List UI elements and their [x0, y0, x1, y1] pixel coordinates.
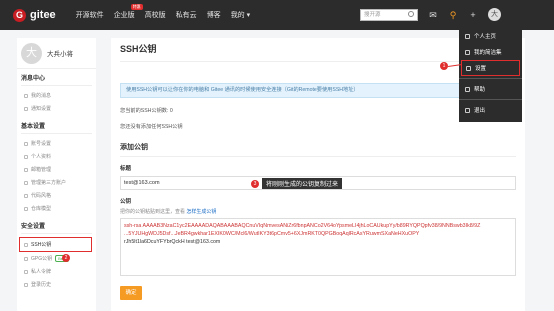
step-badge-1: 1: [440, 62, 448, 70]
key-line-3: rJh5lt1la6DcuYFYbrQckH test@163.com: [124, 239, 221, 245]
dropdown-divider: [459, 78, 522, 79]
ssh-key-count: 您当前的SSH公钥数: 0: [120, 108, 173, 114]
dropdown-item-logout[interactable]: 退出: [459, 102, 522, 118]
top-icons: ✉ ⚲ + 大: [428, 8, 501, 21]
nav-opensource[interactable]: 开源软件: [76, 10, 104, 20]
bell-icon: [24, 106, 28, 111]
profile-header: 大 大兵小将: [17, 38, 96, 69]
key-icon: [24, 242, 28, 247]
user-icon: [24, 154, 28, 159]
side-group-basic: 基本设置 账号设置 个人资料 邮箱管理 管理第三方账户 代码风格 仓库模型: [17, 117, 96, 217]
step-badge-2: 2: [62, 254, 70, 262]
dropdown-item-favorites[interactable]: 我的简洁集: [459, 44, 522, 60]
side-title-messages: 消息中心: [21, 73, 92, 86]
sidebar-item-account[interactable]: 账号设置: [21, 137, 92, 150]
sidebar-item-tokens[interactable]: 私人令牌: [21, 265, 92, 278]
link-icon: [24, 180, 28, 185]
sidebar-item-notify-settings[interactable]: 通知设置: [21, 102, 92, 115]
dropdown-item-home[interactable]: 个人主页: [459, 28, 522, 44]
history-icon: [24, 282, 28, 287]
how-to-generate-link[interactable]: 怎样生成公钥: [186, 209, 216, 215]
nav-blog[interactable]: 博客: [207, 10, 221, 20]
sidebar-item-ssh-keys[interactable]: SSH公钥: [19, 237, 92, 252]
side-title-basic: 基本设置: [21, 121, 92, 134]
code-icon: [24, 193, 28, 198]
ssh-key-empty: 您还没有添加任何SSH公钥: [120, 124, 183, 130]
main-nav: 开源软件 企业版 特惠 高校版 私有云 博客 我的 ▾: [76, 4, 250, 20]
sidebar-item-login-history[interactable]: 登录历史: [21, 278, 92, 291]
settings-sidebar: 大 大兵小将 消息中心 我的消息 通知设置 基本设置 账号设置 个人资料 邮箱管…: [17, 38, 96, 311]
sidebar-item-profile[interactable]: 个人资料: [21, 150, 92, 163]
plus-icon[interactable]: +: [468, 10, 478, 20]
confirm-button[interactable]: 确定: [120, 286, 142, 300]
username[interactable]: 大兵小将: [47, 48, 73, 58]
avatar[interactable]: 大: [21, 42, 42, 64]
repo-icon: [24, 206, 28, 211]
page-title: SSH公钥: [120, 42, 516, 62]
star-icon: [465, 49, 470, 55]
dropdown-item-settings[interactable]: 设置: [461, 60, 520, 76]
gitee-logo[interactable]: G gitee: [13, 8, 56, 22]
logout-icon: [465, 107, 470, 113]
sidebar-item-my-messages[interactable]: 我的消息: [21, 89, 92, 102]
sidebar-item-code-style[interactable]: 代码风格: [21, 189, 92, 202]
gear-icon: [24, 141, 28, 146]
gitee-logo-text: gitee: [30, 9, 56, 21]
public-key-textarea[interactable]: ssh-rsa AAAAB3NzaC1yc2EAAAADAQABAAABAQCn…: [120, 218, 516, 276]
key-icon: [24, 256, 28, 261]
user-avatar[interactable]: 大: [488, 8, 501, 21]
nav-private-cloud[interactable]: 私有云: [176, 10, 197, 20]
add-key-title: 添加公钥: [120, 142, 516, 157]
location-icon[interactable]: ⚲: [448, 10, 458, 20]
user-dropdown: 个人主页 我的简洁集 设置 帮助 退出: [459, 25, 522, 122]
nav-enterprise[interactable]: 企业版 特惠: [114, 4, 143, 20]
key-line-2: ...5YJUHgWDJ5Dsf...JeBR4gwkhar1EXIK0WC/M…: [124, 231, 420, 237]
dropdown-item-help[interactable]: 帮助: [459, 81, 522, 97]
search-icon[interactable]: [408, 11, 414, 17]
key-label: 公钥: [120, 199, 132, 205]
side-group-messages: 消息中心 我的消息 通知设置: [17, 69, 96, 117]
nav-university[interactable]: 高校版: [145, 10, 166, 20]
key-line-1: ssh-rsa AAAAB3NzaC1yc2EAAAADAQABAAABAQCn…: [124, 223, 481, 229]
title-label: 标题: [120, 166, 132, 172]
lock-icon: [24, 269, 28, 274]
side-title-security: 安全设置: [21, 221, 92, 234]
gitee-logo-icon: G: [13, 8, 26, 22]
dropdown-divider: [459, 99, 522, 100]
step-badge-3: 3: [251, 180, 259, 188]
gear-icon: [466, 65, 471, 71]
user-icon: [465, 33, 470, 39]
sidebar-item-gpg-keys[interactable]: GPG公钥Beta: [21, 252, 92, 265]
nav-badge-promo: 特惠: [130, 4, 143, 10]
nav-mine[interactable]: 我的 ▾: [231, 10, 250, 20]
info-notice: 使用SSH公钥可以让你在你的电脑和 Gitee 通讯的时候使用安全连接（Git的…: [120, 83, 516, 98]
help-icon: [465, 86, 470, 92]
side-group-security: 安全设置 SSH公钥 GPG公钥Beta 私人令牌 登录历史: [17, 217, 96, 293]
sidebar-item-third-party[interactable]: 管理第三方账户: [21, 176, 92, 189]
sidebar-item-email[interactable]: 邮箱管理: [21, 163, 92, 176]
message-icon: [24, 93, 28, 98]
step-callout: 将刚刚生成的公钥复制过来: [262, 178, 343, 189]
bell-icon[interactable]: ✉: [428, 10, 438, 20]
key-help: 把你的公钥粘贴到这里，查看 怎样生成公钥: [120, 209, 217, 215]
mail-icon: [24, 167, 28, 172]
sidebar-item-repo-model[interactable]: 仓库模型: [21, 202, 92, 215]
